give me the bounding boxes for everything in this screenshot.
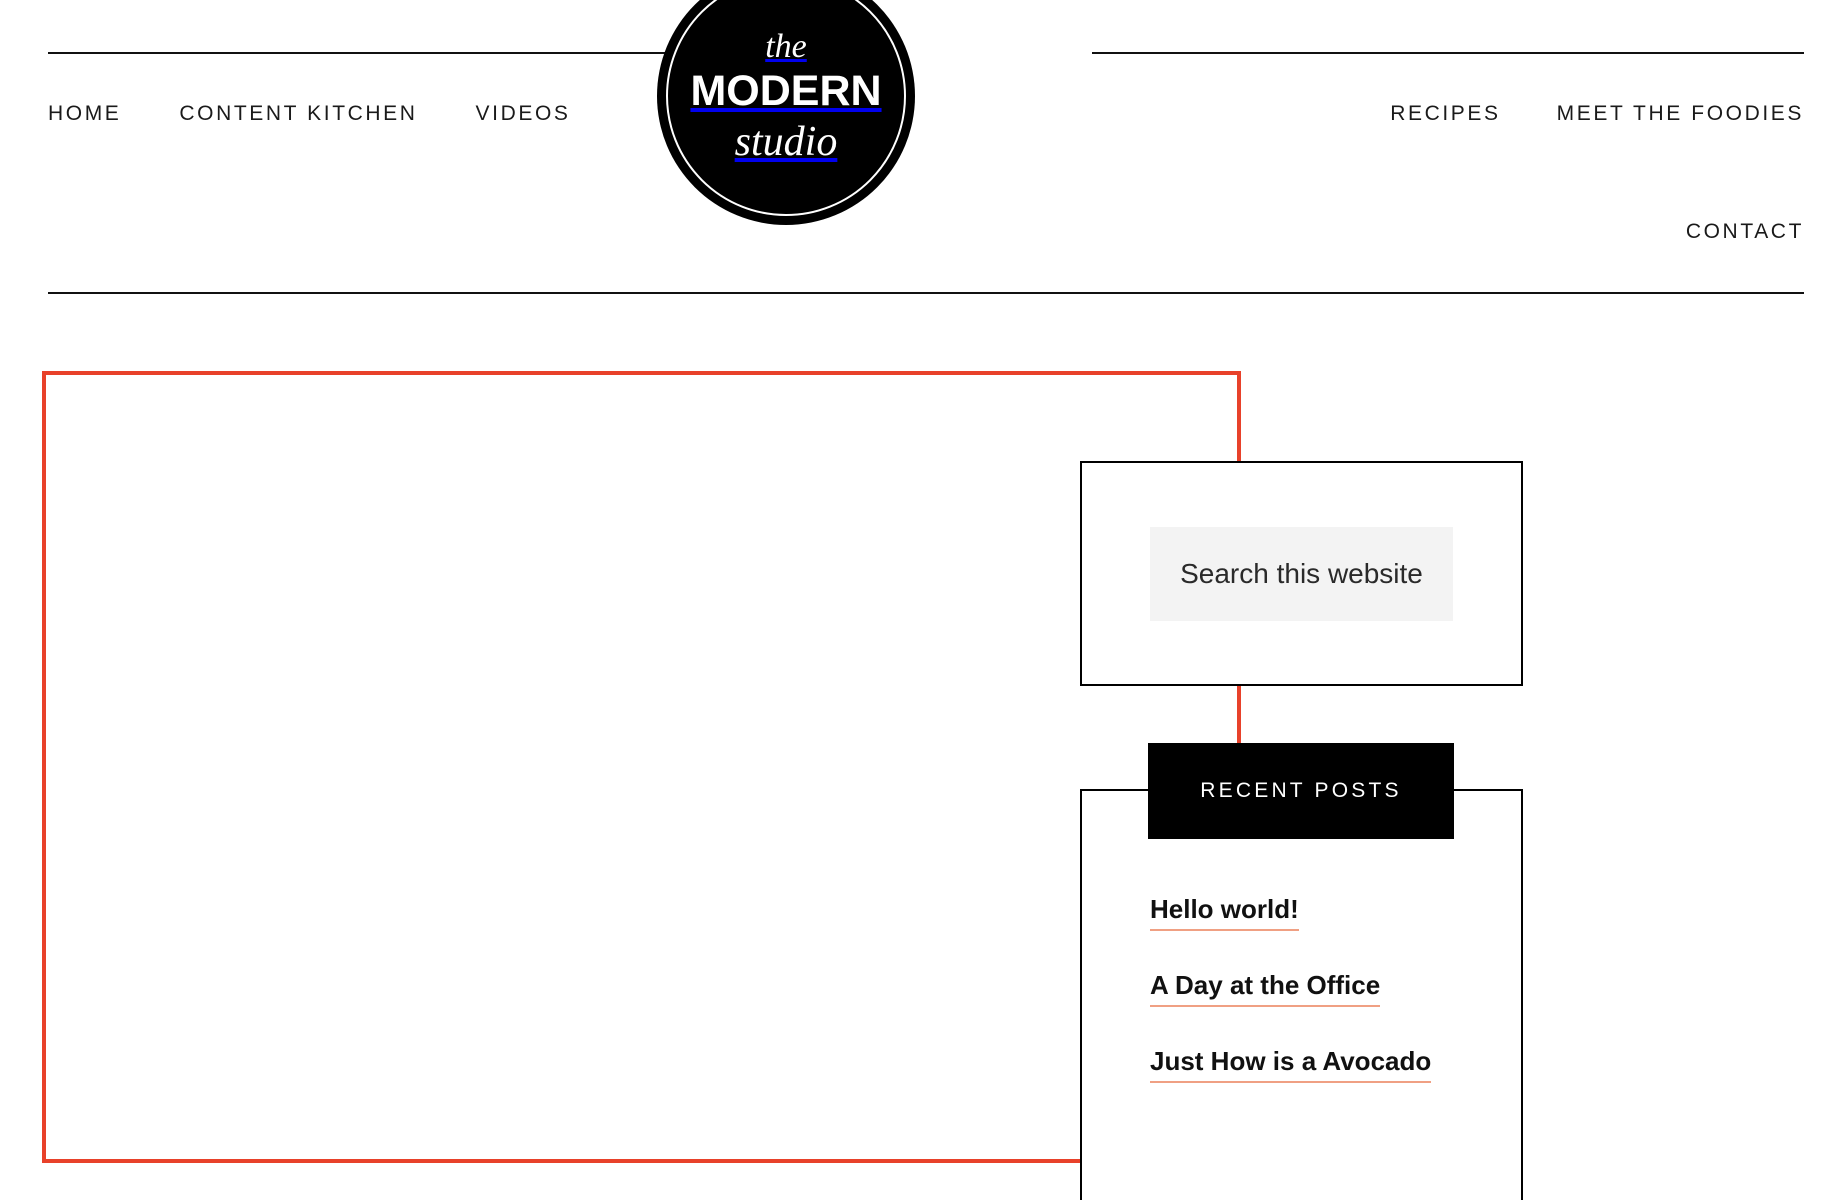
recent-posts-list: Hello world! A Day at the Office Just Ho…	[1082, 894, 1521, 1123]
search-widget	[1080, 461, 1523, 686]
page-root: HOME CONTENT KITCHEN VIDEOS RECIPES MEET…	[0, 0, 1846, 1200]
list-item: Hello world!	[1150, 894, 1521, 931]
header-rule-top-right	[1092, 52, 1804, 54]
nav-item-videos[interactable]: VIDEOS	[476, 94, 571, 134]
nav-item-recipes[interactable]: RECIPES	[1390, 94, 1500, 134]
list-item: A Day at the Office	[1150, 970, 1521, 1007]
logo-line-the: the	[765, 27, 807, 65]
sidebar: RECENT POSTS Hello world! A Day at the O…	[1080, 371, 1846, 1200]
recent-posts-heading: RECENT POSTS	[1200, 779, 1402, 802]
main-content-region	[42, 371, 1241, 1163]
list-item: Just How is a Avocado	[1150, 1046, 1521, 1083]
recent-posts-widget: RECENT POSTS Hello world! A Day at the O…	[1080, 743, 1523, 1200]
recent-post-link[interactable]: Just How is a Avocado	[1150, 1046, 1432, 1083]
nav-item-content-kitchen[interactable]: CONTENT KITCHEN	[179, 94, 417, 134]
recent-post-link[interactable]: A Day at the Office	[1150, 970, 1381, 1007]
nav-item-home[interactable]: HOME	[48, 94, 121, 134]
logo-line-studio: studio	[734, 118, 838, 165]
primary-nav-right: RECIPES MEET THE FOODIES CONTACT	[1090, 94, 1804, 252]
logo-line-modern: MODERN	[690, 66, 882, 115]
primary-nav-left: HOME CONTENT KITCHEN VIDEOS	[48, 94, 658, 134]
site-logo[interactable]: the MODERN studio	[657, 0, 915, 225]
site-header: HOME CONTENT KITCHEN VIDEOS RECIPES MEET…	[0, 0, 1846, 295]
search-input[interactable]	[1150, 526, 1453, 621]
nav-item-contact[interactable]: CONTACT	[1686, 212, 1804, 252]
nav-item-meet-the-foodies[interactable]: MEET THE FOODIES	[1557, 94, 1804, 134]
primary-nav-right-row2: CONTACT	[1090, 212, 1804, 252]
recent-posts-heading-banner: RECENT POSTS	[1148, 743, 1454, 839]
header-rule-bottom	[48, 292, 1804, 294]
recent-post-link[interactable]: Hello world!	[1150, 894, 1299, 931]
